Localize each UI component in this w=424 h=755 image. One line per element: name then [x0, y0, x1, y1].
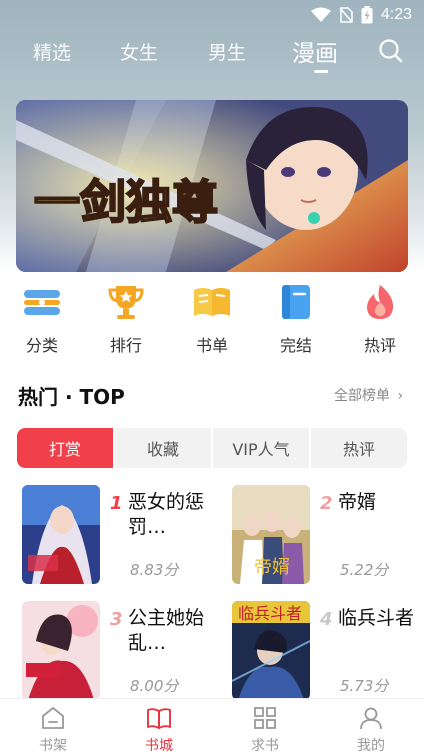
- cover-title-art: 临兵斗者: [238, 604, 302, 623]
- book-score: 8.83分: [130, 561, 179, 579]
- status-bar: 4:23: [0, 0, 424, 30]
- book-cover: 临兵斗者: [232, 601, 310, 700]
- book-cover: [22, 601, 100, 700]
- book-item[interactable]: 1 恶女的惩罚… 8.83分: [22, 485, 212, 589]
- bottom-nav: 书架 书城 求书 我的: [0, 698, 424, 755]
- book-rank: 4: [320, 609, 333, 630]
- active-tab-indicator: [314, 70, 328, 73]
- search-icon[interactable]: [376, 36, 406, 66]
- banner-title: 一剑独尊: [34, 175, 218, 229]
- completed-icon: [282, 285, 310, 319]
- status-time: 4:23: [380, 6, 412, 23]
- wifi-icon: [310, 7, 331, 22]
- quick-completed[interactable]: 完结: [266, 282, 326, 356]
- quick-completed-label: 完结: [279, 336, 312, 355]
- trophy-icon: [108, 286, 144, 319]
- category-icon: [24, 290, 60, 315]
- bottom-nav-bookstore[interactable]: 书城: [129, 705, 189, 755]
- rank-tab-hot-comments[interactable]: 热评: [311, 428, 407, 468]
- quick-booklist[interactable]: 书单: [182, 282, 242, 356]
- rank-tab-vip[interactable]: VIP人气: [213, 428, 311, 468]
- tab-male[interactable]: 男生: [208, 38, 246, 65]
- book-title: 临兵斗者: [338, 607, 415, 629]
- bottom-nav-bookshelf-label: 书架: [39, 738, 67, 754]
- tab-comics[interactable]: 漫画: [292, 34, 338, 68]
- book-item[interactable]: 临兵斗者 4 临兵斗者 5.73分: [232, 601, 422, 705]
- quick-entry-row: 分类 排行 书单 完结 热评: [0, 282, 424, 360]
- request-grid-icon: [254, 707, 276, 729]
- ranking-tabs: 打赏 收藏 VIP人气 热评: [17, 428, 407, 468]
- book-score: 5.73分: [340, 677, 389, 695]
- book-title: 帝婿: [338, 491, 377, 513]
- all-rankings-link[interactable]: 全部榜单 ›: [334, 385, 403, 405]
- book-cover: [22, 485, 100, 584]
- book-cover: 帝婿: [232, 485, 310, 584]
- profile-icon: [360, 707, 382, 730]
- quick-category[interactable]: 分类: [12, 282, 72, 356]
- tab-female[interactable]: 女生: [120, 38, 158, 65]
- quick-hot-label: 热评: [363, 336, 396, 355]
- quick-ranking[interactable]: 排行: [96, 282, 156, 356]
- featured-banner[interactable]: 一剑独尊: [16, 100, 408, 272]
- flame-icon: [367, 285, 394, 319]
- no-sim-icon: [339, 7, 353, 23]
- bottom-nav-bookstore-label: 书城: [145, 738, 173, 754]
- quick-hot-comments[interactable]: 热评: [350, 282, 410, 356]
- tab-featured[interactable]: 精选: [33, 38, 71, 65]
- quick-category-label: 分类: [25, 336, 58, 355]
- book-rank: 1: [110, 493, 123, 514]
- section-title: 热门 · TOP: [18, 385, 125, 409]
- rank-tab-tips[interactable]: 打赏: [17, 428, 115, 468]
- rank-tab-favorites[interactable]: 收藏: [115, 428, 213, 468]
- bottom-nav-request-label: 求书: [251, 738, 279, 754]
- book-title: 公主她始乱…: [128, 607, 205, 654]
- battery-icon: [361, 6, 373, 24]
- book-rank: 3: [110, 609, 123, 630]
- cover-title-art: 帝婿: [254, 557, 290, 578]
- top-nav: 精选 女生 男生 漫画: [0, 30, 424, 80]
- banner-artwork: 一剑独尊: [16, 100, 408, 272]
- bottom-nav-bookshelf[interactable]: 书架: [23, 705, 83, 755]
- book-list-icon: [194, 288, 230, 316]
- book-score: 8.00分: [130, 677, 179, 695]
- quick-ranking-label: 排行: [109, 336, 142, 355]
- bookstore-icon: [147, 708, 171, 729]
- book-title: 恶女的惩罚…: [128, 491, 205, 538]
- all-rankings-label: 全部榜单: [334, 388, 390, 404]
- book-score: 5.22分: [340, 561, 389, 579]
- chevron-right-icon: ›: [397, 388, 404, 404]
- bottom-nav-profile-label: 我的: [357, 738, 385, 754]
- bottom-nav-request[interactable]: 求书: [235, 705, 295, 755]
- quick-booklist-label: 书单: [195, 336, 228, 355]
- book-item[interactable]: 帝婿 2 帝婿 5.22分: [232, 485, 422, 589]
- book-rank: 2: [320, 493, 333, 514]
- bookshelf-icon: [42, 707, 64, 729]
- book-item[interactable]: 3 公主她始乱… 8.00分: [22, 601, 212, 705]
- bottom-nav-profile[interactable]: 我的: [341, 705, 401, 755]
